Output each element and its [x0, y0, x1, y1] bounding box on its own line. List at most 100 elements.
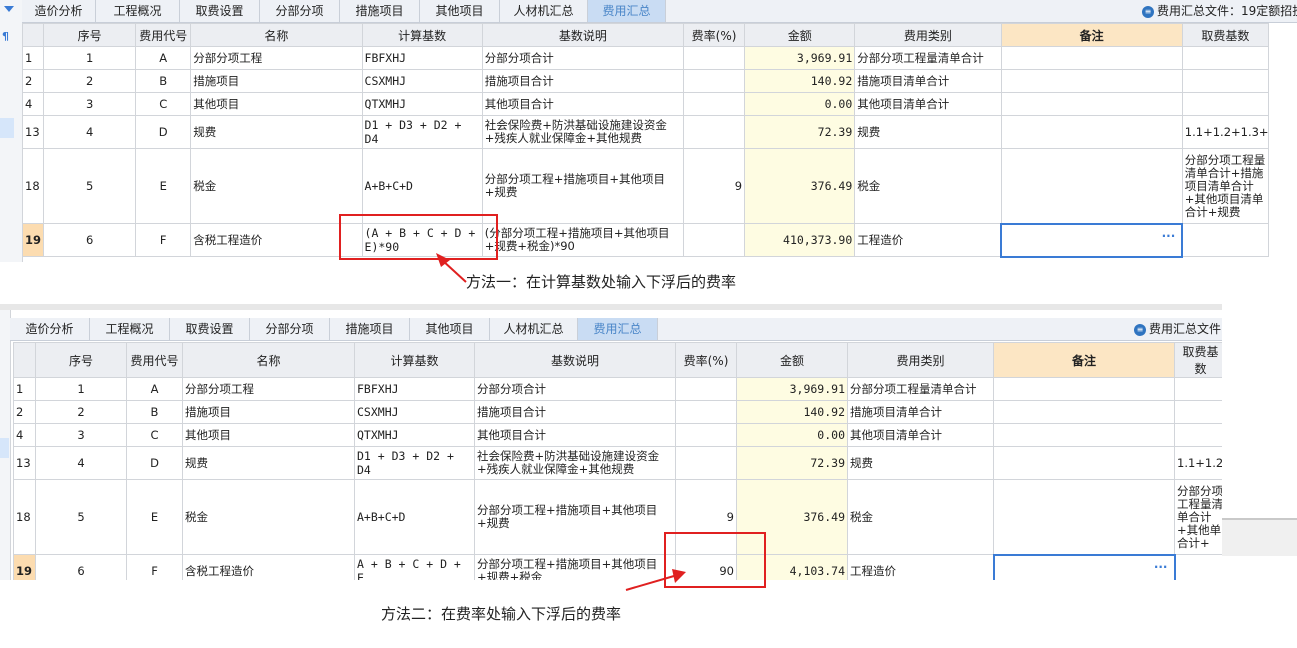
- cell-remark[interactable]: [993, 423, 1175, 447]
- column-header[interactable]: 基数说明: [474, 342, 676, 378]
- cell-fee-code[interactable]: D: [135, 115, 192, 149]
- cell-name[interactable]: 措施项目: [190, 69, 363, 93]
- column-header[interactable]: 备注: [993, 342, 1175, 378]
- cell-fee-base[interactable]: 分部分项工程量清单合计+措施项目清单合计+其他项目清单合计+规费: [1181, 148, 1270, 224]
- cell-calc-base[interactable]: A+B+C+D: [361, 148, 483, 224]
- cell-calc-base[interactable]: A + B + C + D + E: [354, 554, 475, 580]
- row-number[interactable]: 19: [13, 554, 36, 580]
- cell-calc-base[interactable]: QTXMHJ: [354, 423, 475, 447]
- cell-base-desc[interactable]: 其他项目合计: [474, 423, 676, 447]
- cell-remark[interactable]: [993, 400, 1175, 424]
- column-header[interactable]: 计算基数: [361, 23, 483, 47]
- cell-rate[interactable]: [683, 46, 746, 70]
- cell-rate[interactable]: [683, 223, 746, 257]
- column-header[interactable]: 名称: [190, 23, 363, 47]
- tab-1[interactable]: 工程概况: [96, 0, 180, 22]
- row-number[interactable]: 2: [21, 69, 45, 93]
- cell-fee-base[interactable]: [1181, 69, 1270, 93]
- cell-amount[interactable]: 3,969.91: [744, 46, 856, 70]
- cell-calc-base[interactable]: CSXMHJ: [361, 69, 483, 93]
- cell-fee-code[interactable]: B: [135, 69, 192, 93]
- cell-seq[interactable]: +4: [35, 446, 127, 480]
- cell-fee-category[interactable]: 分部分项工程量清单合计: [847, 377, 994, 401]
- cell-rate[interactable]: 9: [683, 148, 746, 224]
- cell-remark[interactable]: [993, 377, 1175, 401]
- cell-rate[interactable]: [683, 115, 746, 149]
- cell-amount[interactable]: 3,969.91: [736, 377, 848, 401]
- cell-amount[interactable]: 376.49: [744, 148, 856, 224]
- column-header[interactable]: 序号: [35, 342, 127, 378]
- column-header[interactable]: 费用类别: [847, 342, 994, 378]
- cell-seq[interactable]: 6: [35, 554, 127, 580]
- cell-seq[interactable]: +3: [35, 423, 127, 447]
- cell-fee-code[interactable]: A: [126, 377, 183, 401]
- cell-fee-base[interactable]: [1181, 223, 1270, 257]
- cell-name[interactable]: 含税工程造价: [182, 554, 355, 580]
- cell-rate[interactable]: [675, 446, 737, 480]
- row-number[interactable]: 18: [13, 479, 36, 555]
- cell-fee-base[interactable]: [1174, 377, 1222, 401]
- cell-base-desc[interactable]: 社会保险费+防洪基础设施建设资金+残疾人就业保障金+其他规费: [474, 446, 676, 480]
- cell-fee-category[interactable]: 税金: [847, 479, 994, 555]
- cell-seq[interactable]: 1: [43, 46, 137, 70]
- cell-calc-base[interactable]: QTXMHJ: [361, 92, 483, 116]
- tab-5[interactable]: 其他项目: [410, 318, 490, 340]
- cell-amount[interactable]: 0.00: [744, 92, 856, 116]
- cell-fee-code[interactable]: B: [126, 400, 183, 424]
- row-number[interactable]: 13: [21, 115, 45, 149]
- fee-summary-file-info-bottom[interactable]: ≡ 费用汇总文件: [1134, 318, 1222, 340]
- cell-name[interactable]: 措施项目: [182, 400, 355, 424]
- column-header[interactable]: 金额: [744, 23, 856, 47]
- cell-name[interactable]: 其他项目: [182, 423, 355, 447]
- tab-2[interactable]: 取费设置: [170, 318, 250, 340]
- cell-fee-category[interactable]: 规费: [854, 115, 1002, 149]
- tab-0[interactable]: 造价分析: [22, 0, 96, 22]
- cell-base-desc[interactable]: 分部分项工程+措施项目+其他项目+规费: [474, 479, 676, 555]
- column-header[interactable]: 名称: [182, 342, 355, 378]
- cell-fee-code[interactable]: E: [126, 479, 183, 555]
- cell-fee-base[interactable]: [1174, 554, 1222, 580]
- table-row[interactable]: 1 1 A 分部分项工程 FBFXHJ 分部分项合计 3,969.91 分部分项工程量清单合计: [13, 377, 1222, 401]
- column-header[interactable]: 基数说明: [481, 23, 685, 47]
- tab-3[interactable]: 分部分项: [250, 318, 330, 340]
- cell-base-desc[interactable]: 社会保险费+防洪基础设施建设资金+残疾人就业保障金+其他规费: [481, 115, 685, 149]
- cell-name[interactable]: 含税工程造价: [190, 223, 363, 257]
- table-row[interactable]: 4+3C其他项目QTXMHJ其他项目合计 0.00其他项目清单合计: [21, 92, 1270, 116]
- cell-rate[interactable]: [675, 377, 737, 401]
- tab-6[interactable]: 人材机汇总: [490, 318, 578, 340]
- cell-fee-code[interactable]: A: [135, 46, 192, 70]
- cell-name[interactable]: 税金: [182, 479, 355, 555]
- cell-seq[interactable]: +4: [43, 115, 137, 149]
- cell-remark[interactable]: [1000, 115, 1183, 149]
- cell-name[interactable]: 税金: [190, 148, 363, 224]
- tab-4[interactable]: 措施项目: [330, 318, 410, 340]
- cell-remark[interactable]: [993, 479, 1175, 555]
- table-row[interactable]: 18 5 E 税金 A+B+C+D 分部分项工程+措施项目+其他项目+规费 9 376.49 税…: [13, 479, 1222, 555]
- cell-fee-code[interactable]: F: [126, 554, 183, 580]
- tab-1[interactable]: 工程概况: [90, 318, 170, 340]
- cell-amount[interactable]: 140.92: [744, 69, 856, 93]
- cell-amount[interactable]: 0.00: [736, 423, 848, 447]
- table-row[interactable]: 18 5 E 税金 A+B+C+D 分部分项工程+措施项目+其他项目+规费 9 376.49 税…: [21, 148, 1270, 224]
- cell-remark[interactable]: ···: [992, 553, 1176, 580]
- column-header[interactable]: 金额: [736, 342, 848, 378]
- cell-calc-base[interactable]: A+B+C+D: [354, 479, 475, 555]
- column-header[interactable]: 计算基数: [354, 342, 475, 378]
- column-header[interactable]: 费率(%): [683, 23, 746, 47]
- cell-fee-category[interactable]: 其他项目清单合计: [847, 423, 994, 447]
- cell-fee-code[interactable]: E: [135, 148, 192, 224]
- table-row[interactable]: 2+2B措施项目CSXMHJ措施项目合计 140.92措施项目清单合计: [21, 69, 1270, 93]
- cell-fee-code[interactable]: D: [126, 446, 183, 480]
- cell-base-desc[interactable]: 分部分项合计: [481, 46, 685, 70]
- cell-base-desc[interactable]: 分部分项工程+措施项目+其他项目+规费: [481, 148, 685, 224]
- cell-remark[interactable]: [1000, 46, 1183, 70]
- cell-remark[interactable]: ···: [1000, 222, 1184, 258]
- cell-fee-code[interactable]: C: [135, 92, 192, 116]
- table-row[interactable]: 13+4D规费D1 + D3 + D2 + D4社会保险费+防洪基础设施建设资金…: [21, 115, 1270, 149]
- row-number[interactable]: 19: [21, 223, 45, 257]
- cell-amount[interactable]: 140.92: [736, 400, 848, 424]
- tab-4[interactable]: 措施项目: [340, 0, 420, 22]
- cell-base-desc[interactable]: (分部分项工程+措施项目+其他项目+规费+税金)*90: [481, 223, 685, 257]
- column-header[interactable]: 取费基数: [1174, 342, 1222, 378]
- cell-fee-category[interactable]: 规费: [847, 446, 994, 480]
